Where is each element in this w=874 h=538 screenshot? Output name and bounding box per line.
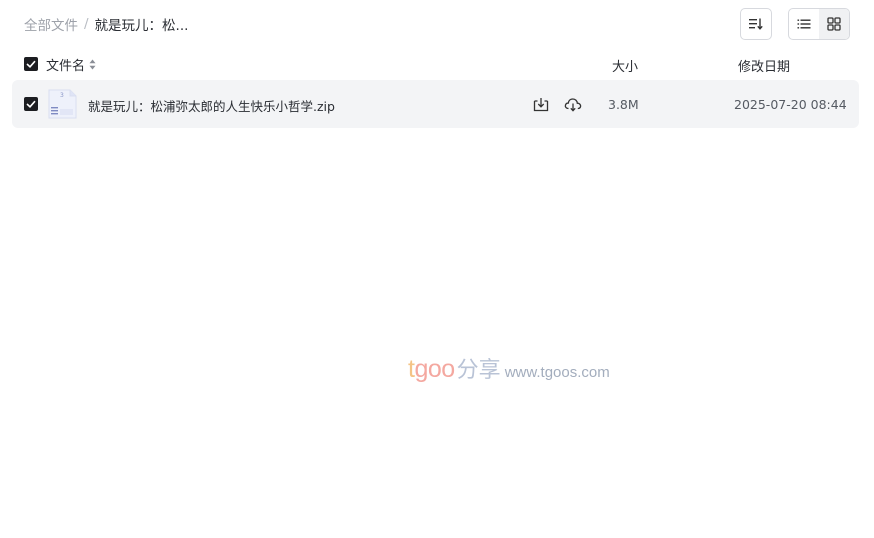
checkmark-icon xyxy=(26,100,36,108)
view-toggle xyxy=(788,8,850,40)
download-icon[interactable] xyxy=(532,95,550,113)
svg-text:3: 3 xyxy=(60,92,64,99)
column-header-name-label: 文件名 xyxy=(46,59,86,74)
sort-button[interactable] xyxy=(740,8,772,40)
watermark-brand-goo: goo xyxy=(414,355,455,383)
column-header-date[interactable]: 修改日期 xyxy=(738,56,790,75)
cloud-save-icon[interactable] xyxy=(564,95,582,113)
breadcrumb-current: 就是玩儿：松... xyxy=(94,18,189,34)
file-name[interactable]: 就是玩儿：松浦弥太郎的人生快乐小哲学.zip xyxy=(88,96,335,115)
breadcrumb: 全部文件 / 就是玩儿：松... xyxy=(24,14,189,34)
breadcrumb-separator: / xyxy=(84,16,89,32)
file-modified-date: 2025-07-20 08:44 xyxy=(734,97,847,112)
sort-toggle-icon[interactable] xyxy=(89,59,96,70)
toolbar xyxy=(740,8,772,40)
watermark-brand-cn: 分享 xyxy=(456,358,501,383)
sort-list-icon xyxy=(749,18,763,30)
watermark-url: www.tgoos.com xyxy=(504,364,610,381)
watermark: t goo 分享 www.tgoos.com xyxy=(408,352,610,384)
grid-view-button[interactable] xyxy=(819,9,849,39)
column-header-name[interactable]: 文件名 xyxy=(46,55,96,74)
column-header-size[interactable]: 大小 xyxy=(612,56,638,75)
file-size: 3.8M xyxy=(608,97,639,112)
list-view-button[interactable] xyxy=(789,9,819,39)
row-checkbox[interactable] xyxy=(24,97,38,111)
breadcrumb-root-link[interactable]: 全部文件 xyxy=(24,14,78,34)
checkmark-icon xyxy=(26,60,36,68)
grid-view-icon xyxy=(827,17,841,31)
zip-file-icon: 3 xyxy=(46,89,77,119)
select-all-checkbox[interactable] xyxy=(24,57,38,71)
list-view-icon xyxy=(797,19,811,29)
